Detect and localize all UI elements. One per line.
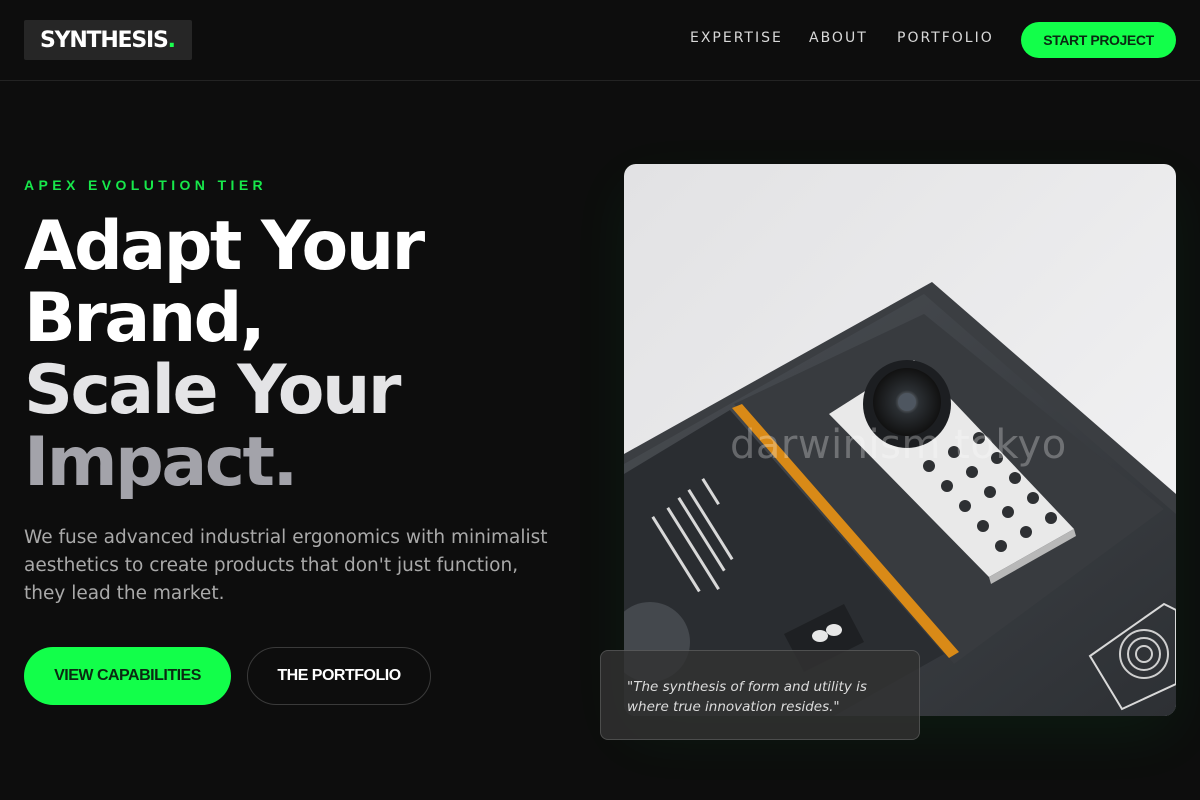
view-capabilities-button[interactable]: VIEW CAPABILITIES	[24, 647, 231, 705]
brand-dot: .	[167, 27, 177, 53]
hero-eyebrow: APEX EVOLUTION TIER	[24, 177, 268, 193]
brand-logo[interactable]: SYNTHESIS.	[24, 20, 192, 60]
hero-product-image: darwinism tokyo	[624, 164, 1176, 716]
quote-card: "The synthesis of form and utility is wh…	[600, 650, 920, 740]
site-header: SYNTHESIS. EXPERTISE ABOUT PORTFOLIO STA…	[0, 0, 1200, 81]
quote-text: "The synthesis of form and utility is wh…	[627, 679, 867, 715]
nav-portfolio[interactable]: PORTFOLIO	[897, 30, 994, 46]
start-project-button[interactable]: START PROJECT	[1021, 22, 1176, 58]
brand-name: SYNTHESIS	[39, 27, 169, 53]
portfolio-button[interactable]: THE PORTFOLIO	[247, 647, 431, 705]
hero-headline: Adapt Your Brand, Scale Your Impact.	[24, 207, 425, 502]
hero-description: We fuse advanced industrial ergonomics w…	[24, 527, 548, 604]
headline-line-2: Brand,	[24, 279, 266, 358]
image-watermark: darwinism tokyo	[730, 422, 1067, 468]
headline-line-4: Impact.	[24, 423, 298, 502]
nav-expertise[interactable]: EXPERTISE	[690, 30, 783, 46]
headline-line-3: Scale Your	[24, 351, 401, 430]
nav-about[interactable]: ABOUT	[809, 30, 868, 46]
headline-line-1: Adapt Your	[24, 207, 425, 286]
